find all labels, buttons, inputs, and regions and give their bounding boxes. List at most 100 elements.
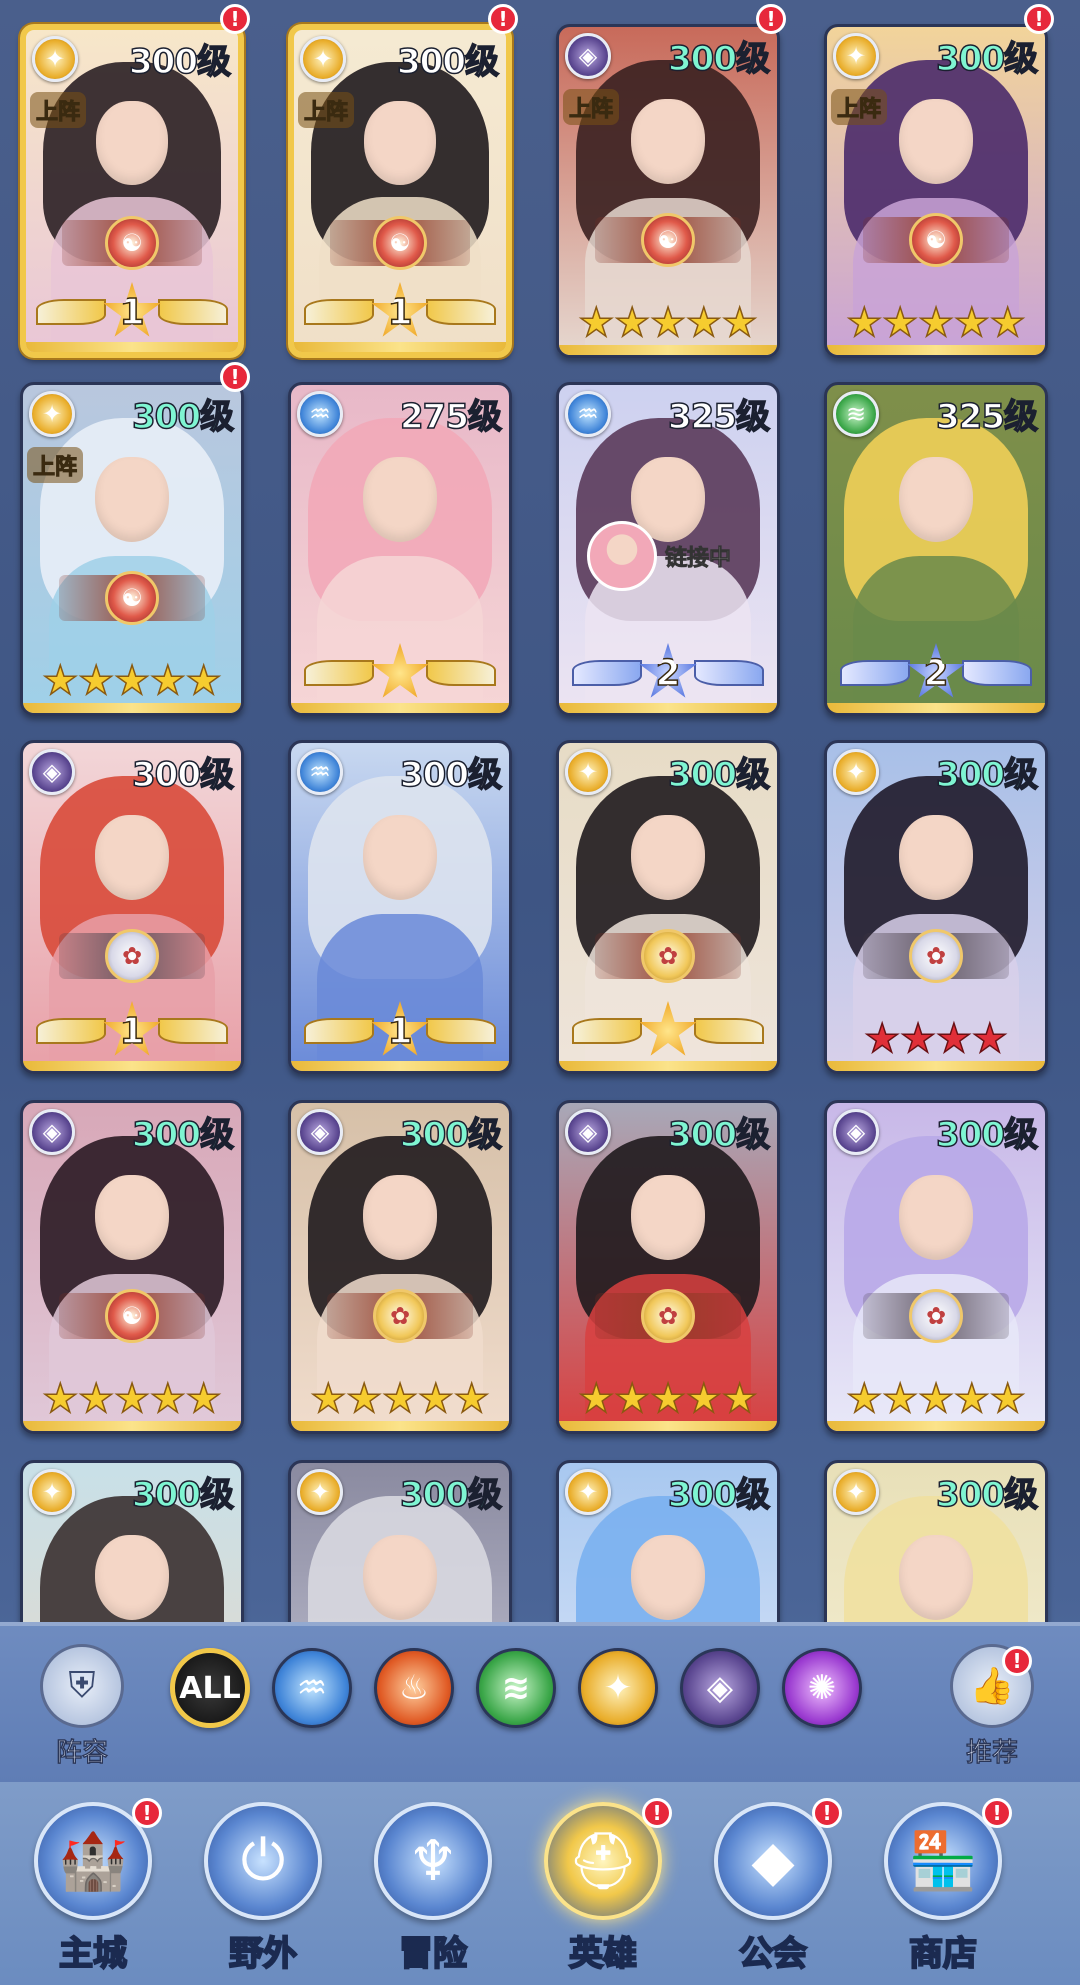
water-icon: ♒	[296, 1668, 328, 1708]
filter-water[interactable]: ♒	[272, 1648, 352, 1728]
hero-notify-badge: !	[756, 4, 786, 34]
dark-icon: ◈	[565, 1109, 611, 1155]
star-icon: ★	[613, 1376, 651, 1422]
flower-emblem-icon: ✿	[105, 929, 159, 983]
nav-hero-helmet[interactable]: ⛑ 英雄	[538, 1802, 668, 1977]
dark-icon: ◈	[565, 33, 611, 79]
hero-card[interactable]: ✦ 300级 上阵 ☯ 1	[20, 24, 244, 358]
wing-right-icon	[962, 660, 1032, 686]
artifact-emblem: ✿	[595, 1289, 741, 1343]
filter-all[interactable]: ALL	[170, 1648, 250, 1728]
hero-card[interactable]: ◈ 300级 ✿ ★ ★ ★ ★ ★	[288, 1100, 512, 1434]
hero-card[interactable]: ◈ 300级 上阵 ☯ ★ ★ ★ ★ ★	[556, 24, 780, 358]
dragon-emblem-icon: ☯	[909, 213, 963, 267]
star-icon: ★	[917, 1376, 954, 1422]
filter-wind[interactable]: ≋	[476, 1648, 556, 1728]
dragon-emblem-icon: ☯	[641, 213, 695, 267]
wing-right-icon	[426, 1018, 496, 1044]
rank-wings-badge: 1	[300, 282, 500, 340]
star-icon: ★	[453, 1376, 490, 1422]
light-icon: ✦	[565, 749, 611, 795]
rank-star-icon: 2	[639, 643, 697, 698]
filter-dark[interactable]: ◈	[680, 1648, 760, 1728]
light-icon: ✦	[32, 36, 78, 82]
light-icon: ✦	[833, 33, 879, 79]
hero-card[interactable]: ♒ 325级 链接中 2	[556, 382, 780, 716]
hero-card[interactable]: ✦ 300级	[288, 1460, 512, 1622]
hero-level: 300级	[667, 1114, 770, 1156]
nav-notify-badge: !	[642, 1798, 672, 1828]
linked-hero-avatar	[587, 521, 657, 591]
star-icon: ★	[185, 1376, 222, 1422]
artifact-emblem: ✿	[327, 1289, 473, 1343]
lineup-button[interactable]: ⛨ 阵容	[36, 1644, 128, 1769]
dragon-emblem-icon: ☯	[373, 216, 427, 270]
wind-icon: ≋	[833, 391, 879, 437]
star-icon: ★	[881, 300, 919, 346]
hero-level: 275级	[399, 396, 502, 438]
nav-label: 冒险	[398, 1933, 468, 1975]
nav-label: 野外	[228, 1933, 298, 1975]
hero-card[interactable]: ✦ 300级	[20, 1460, 244, 1622]
star-icon: ★	[149, 1376, 186, 1422]
hero-card[interactable]: ✦ 300级 上阵 ☯ ★ ★ ★ ★ ★	[20, 382, 244, 716]
hero-level: 300级	[131, 1474, 234, 1516]
star-rating: ★ ★ ★ ★ ★	[559, 1376, 777, 1422]
shield-icon: ⛨	[40, 1644, 124, 1728]
star-icon: ★	[42, 658, 79, 704]
rank-star-icon: 1	[371, 282, 429, 337]
light-icon: ✦	[565, 1469, 611, 1515]
light-icon: ✦	[29, 391, 75, 437]
hero-level: 300级	[935, 754, 1038, 796]
filter-fire[interactable]: ♨	[374, 1648, 454, 1728]
nav-wild[interactable]: ⏻ 野外	[198, 1802, 328, 1977]
star-icon: ★	[685, 1376, 722, 1422]
wing-left-icon	[572, 660, 642, 686]
hero-card[interactable]: ✦ 300级	[556, 1460, 780, 1622]
hero-notify-badge: !	[488, 4, 518, 34]
hero-card[interactable]: ◈ 300级 ✿ ★ ★ ★ ★ ★	[824, 1100, 1048, 1434]
hero-level: 300级	[131, 754, 234, 796]
star-icon: ★	[953, 1376, 990, 1422]
adventure-icon: ♆	[374, 1802, 492, 1920]
hero-card[interactable]: ✦ 300级	[824, 1460, 1048, 1622]
hero-card[interactable]: ✦ 300级 上阵 ☯ ★ ★ ★ ★ ★	[824, 24, 1048, 358]
hero-card[interactable]: ✦ 300级 ✿	[556, 740, 780, 1074]
star-icon: ★	[77, 1376, 115, 1422]
star-rating: ★ ★ ★ ★ ★	[827, 300, 1045, 346]
hero-level: 300级	[399, 1474, 502, 1516]
artifact-emblem: ☯	[595, 213, 741, 267]
rank-star-icon	[371, 643, 429, 698]
hero-card[interactable]: ◈ 300级 ✿ 1	[20, 740, 244, 1074]
hero-card[interactable]: ◈ 300级 ☯ ★ ★ ★ ★ ★	[20, 1100, 244, 1434]
nav-castle[interactable]: 🏰 主城	[28, 1802, 158, 1977]
rank-wings-badge: 1	[32, 282, 232, 340]
filter-chaos[interactable]: ✺	[782, 1648, 862, 1728]
hero-level: 300级	[667, 38, 770, 80]
hero-card[interactable]: ✦ 300级 ✿ ★ ★ ★ ★	[824, 740, 1048, 1074]
nav-label: 商店	[908, 1933, 978, 1975]
hero-level: 300级	[935, 1114, 1038, 1156]
hero-level: 300级	[935, 38, 1038, 80]
hero-card[interactable]: ♒ 300级 1	[288, 740, 512, 1074]
nav-shop[interactable]: 🏪 商店	[878, 1802, 1008, 1977]
hero-card[interactable]: ♒ 275级	[288, 382, 512, 716]
star-icon: ★	[345, 1376, 383, 1422]
wing-left-icon	[304, 660, 374, 686]
hero-notify-badge: !	[1024, 4, 1054, 34]
nav-guild[interactable]: ◆ 公会	[708, 1802, 838, 1977]
star-icon: ★	[578, 300, 615, 346]
hero-card[interactable]: ◈ 300级 ✿ ★ ★ ★ ★ ★	[556, 1100, 780, 1434]
artifact-emblem: ✿	[59, 929, 205, 983]
hero-level: 325级	[667, 396, 770, 438]
wing-right-icon	[694, 1018, 764, 1044]
nav-adventure[interactable]: ♆ 冒险	[368, 1802, 498, 1977]
deployed-tag: 上阵	[30, 92, 87, 128]
linking-indicator: 链接中	[587, 521, 731, 591]
hero-card[interactable]: ✦ 300级 上阵 ☯ 1	[288, 24, 512, 358]
filter-light[interactable]: ✦	[578, 1648, 658, 1728]
wing-left-icon	[572, 1018, 642, 1044]
rank-star-icon: 1	[103, 282, 161, 337]
hero-card[interactable]: ≋ 325级 2	[824, 382, 1048, 716]
deployed-tag: 上阵	[563, 89, 620, 125]
